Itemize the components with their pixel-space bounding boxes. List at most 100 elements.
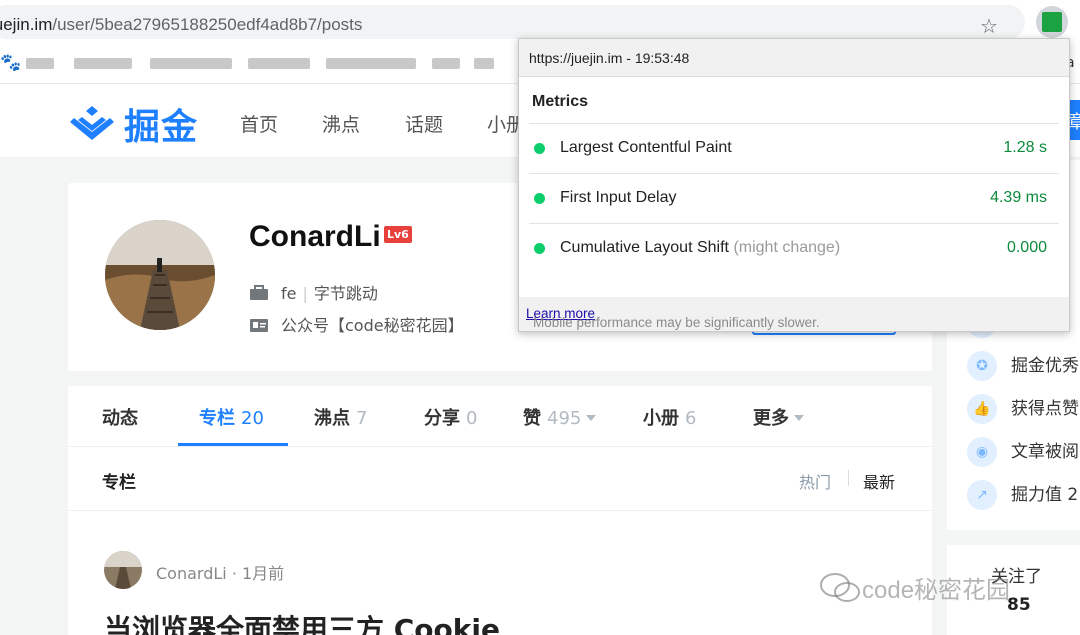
footer-text: Mobile performance may be significantly … bbox=[533, 315, 820, 330]
sidebar-item-label: 文章被阅 bbox=[1011, 442, 1079, 462]
tab-label: 分享 bbox=[424, 408, 460, 429]
tab-count: 495 bbox=[547, 408, 582, 429]
bookmark-blurred[interactable] bbox=[26, 58, 54, 69]
profile-job: fe | 字节跳动 bbox=[249, 280, 378, 304]
tab-likes[interactable]: 赞 495 bbox=[523, 404, 597, 430]
metric-name: Cumulative Layout Shift (might change) bbox=[560, 239, 840, 257]
tab-label: 赞 bbox=[523, 408, 541, 429]
metric-row-lcp: Largest Contentful Paint 1.28 s bbox=[529, 123, 1059, 173]
chevron-down-icon bbox=[586, 415, 597, 421]
bookmark-blurred[interactable] bbox=[326, 58, 416, 69]
tab-activity[interactable]: 动态 bbox=[102, 404, 138, 430]
status-dot-icon bbox=[534, 193, 545, 204]
post-time: · 1月前 bbox=[231, 564, 285, 583]
briefcase-icon bbox=[250, 285, 268, 300]
metric-name-text: Cumulative Layout Shift bbox=[560, 239, 729, 256]
web-vitals-extension-button[interactable] bbox=[1036, 6, 1068, 38]
tab-count: 20 bbox=[241, 408, 264, 429]
chevron-down-icon bbox=[794, 415, 804, 421]
trend-icon: ↗ bbox=[967, 480, 997, 510]
id-card-icon bbox=[250, 319, 268, 332]
section-title: 专栏 bbox=[102, 473, 136, 493]
tab-label: 更多 bbox=[753, 408, 789, 429]
divider bbox=[68, 446, 932, 447]
job-separator: | bbox=[302, 284, 308, 303]
juejin-logo-icon[interactable] bbox=[68, 104, 116, 142]
status-dot-icon bbox=[534, 243, 545, 254]
sidebar-item-views: ◉ 文章被阅 bbox=[967, 437, 1079, 467]
bookmark-blurred[interactable] bbox=[74, 58, 132, 69]
tab-more[interactable]: 更多 bbox=[753, 404, 804, 430]
sort-hot[interactable]: 热门 bbox=[799, 469, 831, 493]
job-position: fe bbox=[281, 284, 297, 303]
post-meta: ConardLi · 1月前 bbox=[156, 560, 284, 584]
tab-shares[interactable]: 分享 0 bbox=[424, 404, 477, 430]
tab-label: 沸点 bbox=[314, 408, 350, 429]
wechat-icon bbox=[820, 573, 860, 602]
profile-username: ConardLi bbox=[249, 220, 381, 253]
metrics-title: Metrics bbox=[532, 93, 589, 110]
url-path: /user/5bea27965188250edf4ad8b7/posts bbox=[52, 15, 363, 34]
status-dot-icon bbox=[534, 143, 545, 154]
address-bar[interactable]: juejin.im/user/5bea27965188250edf4ad8b7/… bbox=[0, 5, 1025, 39]
bookmark-blurred[interactable] bbox=[150, 58, 232, 69]
tab-label: 专栏 bbox=[199, 408, 235, 429]
nav-pins[interactable]: 沸点 bbox=[322, 110, 360, 137]
popup-header: https://juejin.im - 19:53:48 bbox=[519, 39, 1069, 77]
footer-note: Mobile performance may be significantly … bbox=[526, 306, 820, 330]
divider bbox=[68, 510, 932, 511]
bookmark-star-icon[interactable]: ☆ bbox=[980, 14, 998, 38]
url-host: juejin.im bbox=[0, 15, 53, 34]
baidu-paw-icon[interactable]: 🐾 bbox=[0, 53, 21, 73]
bookmark-blurred[interactable] bbox=[474, 58, 494, 69]
nav-topics[interactable]: 话题 bbox=[405, 110, 443, 137]
user-avatar[interactable] bbox=[105, 220, 215, 330]
tab-books[interactable]: 小册 6 bbox=[643, 404, 696, 430]
award-icon: ✪ bbox=[967, 351, 997, 381]
metric-row-fid: First Input Delay 4.39 ms bbox=[529, 173, 1059, 223]
sidebar-item-likes: 👍 获得点赞 bbox=[967, 394, 1079, 424]
metric-value: 4.39 ms bbox=[990, 189, 1047, 206]
sidebar-item-label: 获得点赞 bbox=[1011, 399, 1079, 419]
bookmark-blurred[interactable] bbox=[432, 58, 460, 69]
tab-count: 7 bbox=[356, 408, 368, 429]
web-vitals-popup: https://juejin.im - 19:53:48 Metrics Lar… bbox=[518, 38, 1070, 332]
metric-name-text: Largest Contentful Paint bbox=[560, 139, 732, 156]
tab-label: 小册 bbox=[643, 408, 679, 429]
thumbs-up-icon: 👍 bbox=[967, 394, 997, 424]
nav-home[interactable]: 首页 bbox=[240, 110, 278, 137]
metric-note: (might change) bbox=[733, 239, 841, 256]
sidebar-item-award: ✪ 掘金优秀 bbox=[967, 351, 1079, 381]
tab-pins[interactable]: 沸点 7 bbox=[314, 404, 367, 430]
following-count: 85 bbox=[1007, 595, 1031, 615]
metric-row-cls: Cumulative Layout Shift (might change) 0… bbox=[529, 223, 1059, 273]
popup-footer: Mobile performance may be significantly … bbox=[519, 297, 1069, 331]
sort-separator bbox=[848, 470, 849, 486]
metric-value: 0.000 bbox=[1006, 239, 1047, 256]
watermark-text: code秘密花园 bbox=[862, 577, 1011, 604]
logo-text[interactable]: 掘金 bbox=[124, 98, 198, 150]
extension-status-icon bbox=[1042, 12, 1062, 32]
profile-bio: 公众号【code秘密花园】 bbox=[249, 312, 464, 336]
sidebar-item-power: ↗ 掘力值 2 bbox=[967, 480, 1078, 510]
sort-newest[interactable]: 最新 bbox=[863, 469, 895, 493]
metric-name-text: First Input Delay bbox=[560, 189, 677, 206]
watermark: code秘密花园 bbox=[818, 570, 1010, 605]
metric-name: First Input Delay bbox=[560, 189, 676, 207]
post-author[interactable]: ConardLi bbox=[156, 564, 227, 583]
eye-icon: ◉ bbox=[967, 437, 997, 467]
job-company: 字节跳动 bbox=[313, 284, 378, 303]
tab-label: 动态 bbox=[102, 408, 138, 429]
post-title[interactable]: 当浏览器全面禁用三方 Cookie bbox=[104, 608, 500, 635]
popup-header-text: https://juejin.im - 19:53:48 bbox=[529, 50, 690, 66]
metric-name: Largest Contentful Paint bbox=[560, 139, 732, 157]
bio-text: 公众号【code秘密花园】 bbox=[281, 316, 464, 335]
tab-count: 6 bbox=[685, 408, 697, 429]
url-text[interactable]: juejin.im/user/5bea27965188250edf4ad8b7/… bbox=[0, 15, 362, 35]
tab-posts[interactable]: 专栏 20 bbox=[199, 404, 264, 430]
bookmark-blurred[interactable] bbox=[248, 58, 310, 69]
level-badge: Lv6 bbox=[384, 226, 412, 243]
author-avatar[interactable] bbox=[104, 551, 142, 589]
metric-value: 1.28 s bbox=[1003, 139, 1047, 156]
content-card: 动态 专栏 20 沸点 7 分享 0 赞 495 小册 6 更多 专栏 热门 最新 Con… bbox=[68, 386, 932, 635]
